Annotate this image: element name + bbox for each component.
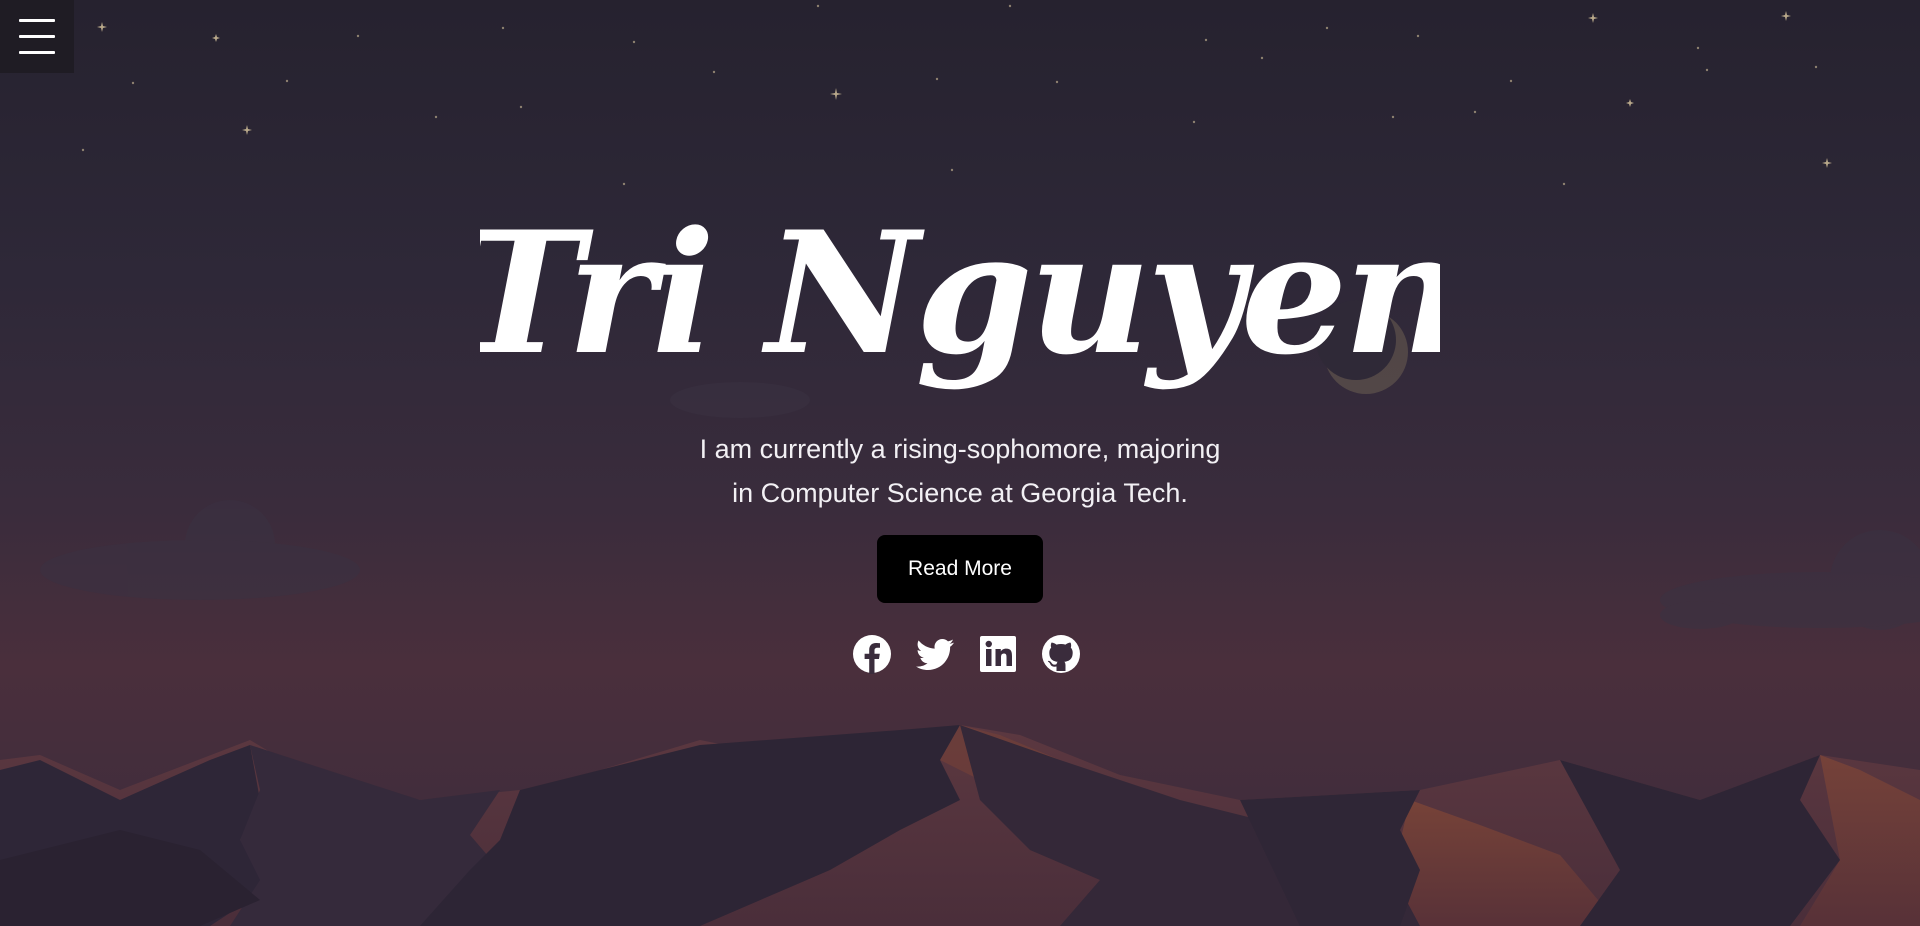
page: Tri Nguyen I am currently a rising-sopho… <box>0 0 1920 926</box>
tagline-line-1: I am currently a rising-sophomore, major… <box>699 434 1221 464</box>
twitter-icon[interactable] <box>915 634 955 674</box>
menu-bar <box>19 19 55 22</box>
hamburger-menu-icon[interactable] <box>0 0 74 73</box>
hero-name: Tri Nguyen <box>480 194 1440 392</box>
hero-tagline: I am currently a rising-sophomore, major… <box>560 427 1360 515</box>
github-icon[interactable] <box>1041 634 1081 674</box>
linkedin-icon[interactable] <box>978 634 1018 674</box>
menu-bar <box>19 51 55 54</box>
read-more-button[interactable]: Read More <box>877 535 1043 603</box>
tagline-line-2: in Computer Science at Georgia Tech. <box>732 478 1188 508</box>
hero-title: Tri Nguyen <box>480 194 1440 392</box>
menu-bar <box>19 35 55 38</box>
facebook-icon[interactable] <box>852 634 892 674</box>
hero-section: Tri Nguyen I am currently a rising-sopho… <box>0 0 1920 926</box>
social-links <box>852 634 1082 676</box>
